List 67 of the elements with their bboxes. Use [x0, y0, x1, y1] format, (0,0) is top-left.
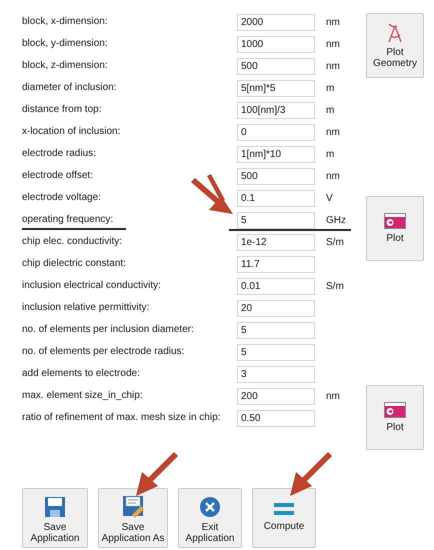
unit-label: m — [326, 104, 336, 116]
toolbar-button[interactable]: Compute — [252, 488, 316, 548]
field-label: add elements to electrode: — [22, 367, 141, 381]
field-label: diameter of inclusion: — [22, 81, 118, 95]
unit-label: nm — [326, 390, 341, 402]
input-field[interactable]: 500 — [237, 168, 315, 184]
field-label: max. element size_in_chip: — [22, 389, 144, 403]
input-field[interactable]: 20 — [237, 300, 315, 316]
input-field[interactable]: 1e-12 — [237, 234, 315, 250]
compass-icon — [386, 22, 404, 43]
toolbar-button[interactable]: Exit Application — [178, 488, 242, 548]
input-field[interactable]: 5 — [237, 212, 315, 228]
input-field[interactable]: 0 — [237, 124, 315, 140]
field-label: distance from top: — [22, 103, 102, 117]
close-icon — [199, 496, 221, 518]
toolbar-button[interactable]: Save Application — [22, 488, 88, 548]
unit-label: GHz — [326, 214, 347, 226]
unit-label: m — [326, 148, 336, 160]
field-label: operating frequency: — [22, 213, 114, 227]
field-label: block, y-dimension: — [22, 37, 109, 51]
equals-icon — [273, 501, 295, 517]
unit-label: m — [326, 82, 336, 94]
unit-label: S/m — [326, 236, 345, 248]
input-field[interactable]: 11.7 — [237, 256, 315, 272]
field-label: chip dielectric constant: — [22, 257, 127, 271]
field-label: ratio of refinement of max. mesh size in chip: — [22, 411, 222, 425]
input-field[interactable]: 5 — [237, 322, 315, 338]
unit-label: nm — [326, 170, 341, 182]
input-field[interactable]: 200 — [237, 388, 315, 404]
unit-label: nm — [326, 38, 341, 50]
field-label: electrode offset: — [22, 169, 94, 183]
annotation-arrow — [288, 450, 334, 498]
input-field[interactable]: 1[nm]*10 — [237, 146, 315, 162]
toolbar-button[interactable]: Save Application As — [98, 488, 168, 548]
input-field[interactable]: 500 — [237, 58, 315, 74]
field-label: no. of elements per inclusion diameter: — [22, 323, 195, 337]
field-label: inclusion relative permittivity: — [22, 301, 150, 315]
plot-button[interactable]: Plot Geometry — [366, 13, 424, 78]
floppy-disk-pencil-icon — [122, 495, 144, 518]
annotation-arrow — [134, 450, 180, 498]
plot-icon — [384, 402, 406, 418]
unit-label: V — [326, 192, 334, 204]
plot-icon — [384, 213, 406, 229]
plot-button[interactable]: Plot — [366, 385, 424, 450]
input-field[interactable]: 1000 — [237, 36, 315, 52]
unit-label: nm — [326, 60, 341, 72]
input-field[interactable]: 2000 — [237, 14, 315, 30]
input-field[interactable]: 0.1 — [237, 190, 315, 206]
input-field[interactable]: 0.50 — [237, 410, 315, 426]
input-field[interactable]: 5 — [237, 344, 315, 360]
input-field[interactable]: 5[nm]*5 — [237, 80, 315, 96]
field-label: electrode radius: — [22, 147, 97, 161]
field-label: block, z-dimension: — [22, 59, 109, 73]
input-field[interactable]: 0.01 — [237, 278, 315, 294]
field-label: electrode voltage: — [22, 191, 102, 205]
input-field[interactable]: 3 — [237, 366, 315, 382]
field-label: inclusion electrical conductivity: — [22, 279, 162, 293]
field-label: no. of elements per electrode radius: — [22, 345, 186, 359]
plot-button[interactable]: Plot — [366, 196, 424, 261]
unit-label: nm — [326, 16, 341, 28]
field-label: chip elec. conductivity: — [22, 235, 124, 249]
unit-label: S/m — [326, 280, 345, 292]
field-label: x-location of inclusion: — [22, 125, 122, 139]
unit-label: nm — [326, 126, 341, 138]
input-field[interactable]: 100[nm]/3 — [237, 102, 315, 118]
annotation-arrow — [191, 174, 235, 216]
field-label: block, x-dimension: — [22, 15, 109, 29]
